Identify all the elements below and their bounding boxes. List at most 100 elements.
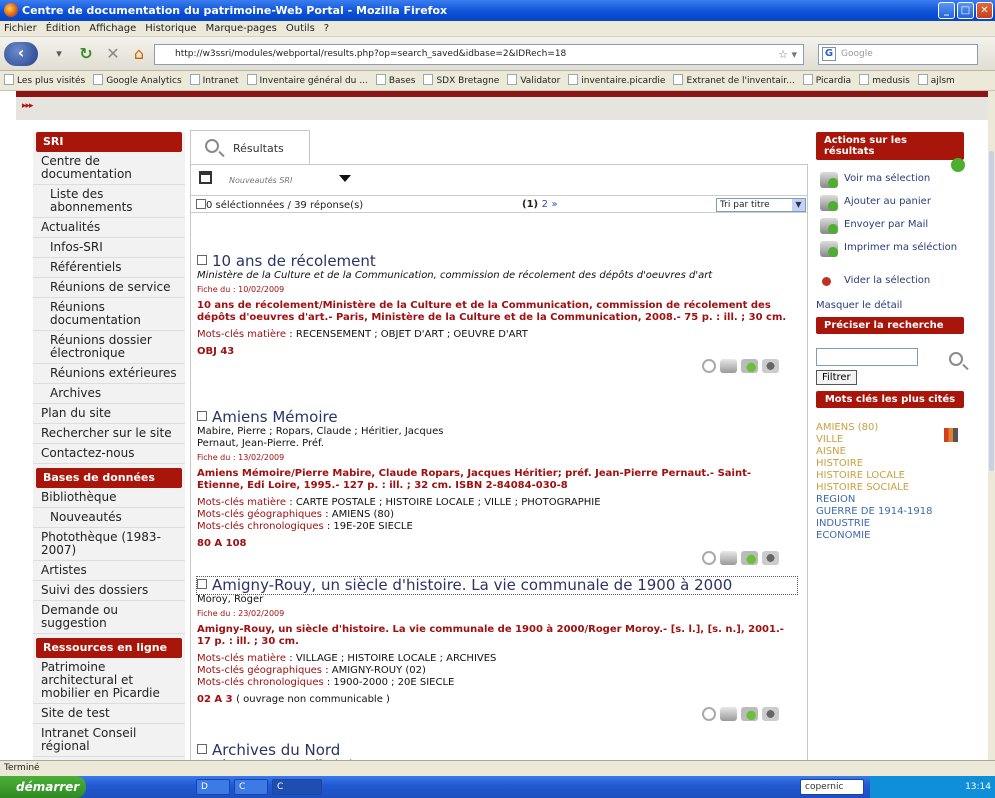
sidebar-item[interactable]: Nouveautés xyxy=(33,508,185,528)
sidebar-item[interactable]: Artistes xyxy=(33,561,185,581)
hide-detail-link[interactable]: Masquer le détail xyxy=(816,300,972,311)
keyword-link[interactable]: REGION xyxy=(816,494,972,506)
history-dropdown-icon[interactable]: ▾ xyxy=(50,43,68,65)
saved-search-label[interactable]: Nouveautés SRI xyxy=(229,176,292,185)
record-checkbox[interactable] xyxy=(197,255,207,265)
bookmark-item[interactable]: Inventaire général du ... xyxy=(246,71,368,90)
tab-results[interactable]: Résultats xyxy=(190,130,310,164)
minimize-button[interactable]: _ xyxy=(938,2,955,19)
record-title[interactable]: 10 ans de récolement xyxy=(197,253,797,270)
google-icon[interactable]: G xyxy=(822,47,836,61)
mail-icon[interactable] xyxy=(720,707,737,721)
bookmark-item[interactable]: Google Analytics xyxy=(93,71,182,90)
refine-input[interactable] xyxy=(816,348,918,366)
sidebar-item[interactable]: Intranet Conseil régional xyxy=(33,724,185,757)
clear-selection-link[interactable]: Vider la sélection xyxy=(816,274,972,297)
page-2-link[interactable]: 2 xyxy=(542,199,548,210)
add-to-cart-icon[interactable] xyxy=(741,551,758,565)
add-to-cart-icon[interactable] xyxy=(741,359,758,373)
record-title[interactable]: Amigny-Rouy, un siècle d'histoire. La vi… xyxy=(196,576,798,595)
keyword-link[interactable]: GUERRE DE 1914-1918 xyxy=(816,506,972,518)
menu-item[interactable]: Outils xyxy=(286,23,315,34)
bookmark-item[interactable]: Les plus visités xyxy=(4,71,85,90)
bookmark-item[interactable]: Intranet xyxy=(189,71,239,90)
close-button[interactable]: ✕ xyxy=(976,2,993,19)
start-button[interactable]: démarrer xyxy=(0,776,86,798)
keyword-link[interactable]: AISNE xyxy=(816,446,972,458)
menu-item[interactable]: ? xyxy=(324,23,329,34)
sidebar-item[interactable]: Rechercher sur le site xyxy=(33,424,185,444)
hide-icon[interactable] xyxy=(702,707,716,721)
sidebar-item[interactable]: Liste des abonnements xyxy=(33,185,185,218)
print-icon[interactable] xyxy=(762,551,779,565)
task-button-3[interactable]: C xyxy=(272,779,322,795)
sort-select[interactable]: Tri par titre ▼ xyxy=(716,198,806,212)
keyword-link[interactable]: ECONOMIE xyxy=(816,530,972,542)
select-all-checkbox[interactable] xyxy=(196,199,206,209)
back-button[interactable]: ‹ xyxy=(4,42,38,66)
bookmark-item[interactable]: Validator xyxy=(507,71,560,90)
sidebar-item[interactable]: Centre de documentation xyxy=(33,152,185,185)
action-item[interactable]: Envoyer par Mail xyxy=(816,218,972,241)
bookmark-star-icon[interactable]: ☆ ▾ xyxy=(778,45,797,64)
bookmark-item[interactable]: medusis xyxy=(859,71,910,90)
sidebar-item[interactable]: Demande ou suggestion xyxy=(33,601,185,634)
sidebar-item[interactable]: Contactez-nous xyxy=(33,444,185,464)
page-scrollbar[interactable] xyxy=(988,91,995,760)
menu-item[interactable]: Fichier xyxy=(4,23,37,34)
action-item[interactable]: Ajouter au panier xyxy=(816,195,972,218)
record-title[interactable]: Archives du Nord xyxy=(197,742,797,759)
bookmark-item[interactable]: SDX Bretagne xyxy=(423,71,499,90)
sidebar-item[interactable]: Patrimoine architectural et mobilier en … xyxy=(33,658,185,704)
sidebar-item[interactable]: Plan du site xyxy=(33,404,185,424)
sidebar-item[interactable]: Bibliothèque xyxy=(33,488,185,508)
keyword-link[interactable]: HISTOIRE SOCIALE xyxy=(816,482,972,494)
record-checkbox[interactable] xyxy=(197,579,207,589)
record-title[interactable]: Amiens Mémoire xyxy=(197,409,797,426)
hide-icon[interactable] xyxy=(702,551,716,565)
sidebar-item[interactable]: Photothèque (1983-2007) xyxy=(33,528,185,561)
sidebar-item[interactable]: Référentiels xyxy=(33,258,185,278)
keyword-link[interactable]: HISTOIRE LOCALE xyxy=(816,470,972,482)
sidebar-item[interactable]: Archives xyxy=(33,384,185,404)
next-page-link[interactable]: » xyxy=(551,199,557,210)
mail-icon[interactable] xyxy=(720,359,737,373)
record-checkbox[interactable] xyxy=(197,744,207,754)
sidebar-item[interactable]: Site de test xyxy=(33,704,185,724)
home-icon[interactable]: ⌂ xyxy=(128,43,150,65)
menu-item[interactable]: Historique xyxy=(145,23,196,34)
save-icon[interactable] xyxy=(199,171,212,184)
bookmark-item[interactable]: ajlsm xyxy=(917,71,955,90)
reload-icon[interactable]: ↻ xyxy=(75,43,97,65)
mail-icon[interactable] xyxy=(720,551,737,565)
sidebar-item[interactable]: Suivi des dossiers xyxy=(33,581,185,601)
web-search-input[interactable]: G Google xyxy=(818,44,978,65)
saved-search-dropdown-icon[interactable] xyxy=(339,175,351,182)
task-button-2[interactable]: C xyxy=(234,779,268,795)
copernic-toolbar[interactable]: copernic xyxy=(800,779,864,795)
sidebar-item[interactable]: Réunions de service xyxy=(33,278,185,298)
record-checkbox[interactable] xyxy=(197,411,207,421)
sidebar-item[interactable]: Réunions documentation xyxy=(33,298,185,331)
filter-button[interactable]: Filtrer xyxy=(816,370,857,385)
sidebar-item[interactable]: Actualités xyxy=(33,218,185,238)
sidebar-item[interactable]: Réunions extérieures xyxy=(33,364,185,384)
hide-icon[interactable] xyxy=(702,359,716,373)
print-icon[interactable] xyxy=(762,707,779,721)
action-item[interactable]: Voir ma sélection xyxy=(816,172,972,195)
chevron-down-icon[interactable]: ▼ xyxy=(792,199,805,211)
keyword-link[interactable]: INDUSTRIE xyxy=(816,518,972,530)
menu-item[interactable]: Affichage xyxy=(89,23,136,34)
maximize-button[interactable]: □ xyxy=(957,2,974,19)
url-bar[interactable]: http://w3ssri/modules/webportal/results.… xyxy=(154,44,804,65)
keyword-link[interactable]: HISTOIRE xyxy=(816,458,972,470)
sidebar-item[interactable]: Infos-SRI xyxy=(33,238,185,258)
menu-item[interactable]: Marque-pages xyxy=(206,23,277,34)
sidebar-item[interactable]: Réunions dossier électronique xyxy=(33,331,185,364)
task-button-1[interactable]: D xyxy=(196,779,230,795)
print-icon[interactable] xyxy=(762,359,779,373)
add-to-cart-icon[interactable] xyxy=(741,707,758,721)
search-icon[interactable] xyxy=(949,352,963,366)
bookmark-item[interactable]: Picardia xyxy=(802,71,851,90)
bookmark-item[interactable]: Extranet de l'inventair... xyxy=(673,71,795,90)
